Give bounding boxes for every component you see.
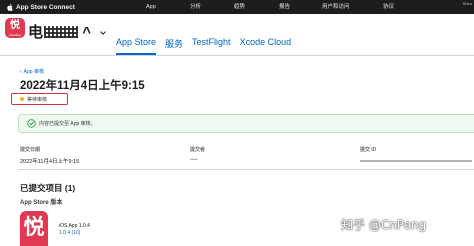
submission-id-redacted <box>360 160 472 162</box>
app-icon-large: 悦 <box>20 211 48 246</box>
app-name-text: 电 <box>28 24 44 41</box>
nav-item-app[interactable]: App <box>146 0 156 14</box>
nav-item-users-access[interactable]: 用户和访问 <box>322 0 350 14</box>
tab-testflight[interactable]: TestFlight <box>192 37 231 50</box>
nav-item-analytics[interactable]: 分析 <box>190 0 201 14</box>
nav-item-trends[interactable]: 趋势 <box>234 0 245 14</box>
nav-item-reports[interactable]: 报告 <box>279 0 290 14</box>
submission-id-label: 提交 ID <box>360 147 377 153</box>
tab-app-store[interactable]: App Store <box>116 37 157 55</box>
submitter-value: •••• <box>190 157 198 163</box>
app-icon-caption: Reading <box>9 33 21 37</box>
check-circle-icon <box>27 119 36 128</box>
top-navigation-bar: App Store Connect App 分析 趋势 报告 用户和访问 协议 … <box>0 0 474 14</box>
account-menu[interactable]: Shen <box>463 1 472 6</box>
app-store-version-heading: App Store 版本 <box>20 200 63 206</box>
app-name-tail: ^ <box>82 24 92 41</box>
app-tabs: App Store 服务 TestFlight Xcode Cloud <box>116 37 292 55</box>
item-build-link[interactable]: 1.0.4 (10) <box>59 230 80 236</box>
app-icon: 悦 Reading <box>5 18 25 38</box>
brand[interactable]: App Store Connect <box>7 0 75 14</box>
chevron-left-icon: ‹ <box>20 69 22 75</box>
brand-name: App Store Connect <box>16 3 75 11</box>
item-platform-version: iOS App 1.0.4 <box>59 223 90 229</box>
tab-xcode-cloud[interactable]: Xcode Cloud <box>240 37 292 50</box>
submitter-label: 提交者 <box>190 147 206 153</box>
chevron-down-icon[interactable] <box>100 30 106 36</box>
nav-item-agreements[interactable]: 协议 <box>383 0 394 14</box>
submitted-date-value: 2022年11月4日上午9:15 <box>20 159 80 165</box>
status-dot-icon <box>20 97 24 101</box>
divider <box>18 169 474 170</box>
breadcrumb[interactable]: ‹ App 审核 <box>20 68 44 75</box>
apple-logo-icon <box>7 3 13 11</box>
app-icon-glyph: 悦 <box>10 20 20 31</box>
app-icon-large-glyph: 悦 <box>23 215 45 239</box>
app-name[interactable]: 电 ^ <box>28 21 91 42</box>
watermark: 知乎 @CnPeng <box>341 218 427 232</box>
app-name-redacted <box>43 26 78 38</box>
status-badge: 等待审核 <box>27 97 48 103</box>
submitted-items-heading: 已提交项目 (1) <box>20 183 76 193</box>
page-title: 2022年11月4日上午9:15 <box>20 80 145 92</box>
tab-services[interactable]: 服务 <box>165 37 183 50</box>
breadcrumb-label: App 审核 <box>23 69 44 75</box>
submitted-date-label: 提交日期 <box>20 147 41 153</box>
banner-message: 内容已提交至 App 审核。 <box>39 121 96 127</box>
